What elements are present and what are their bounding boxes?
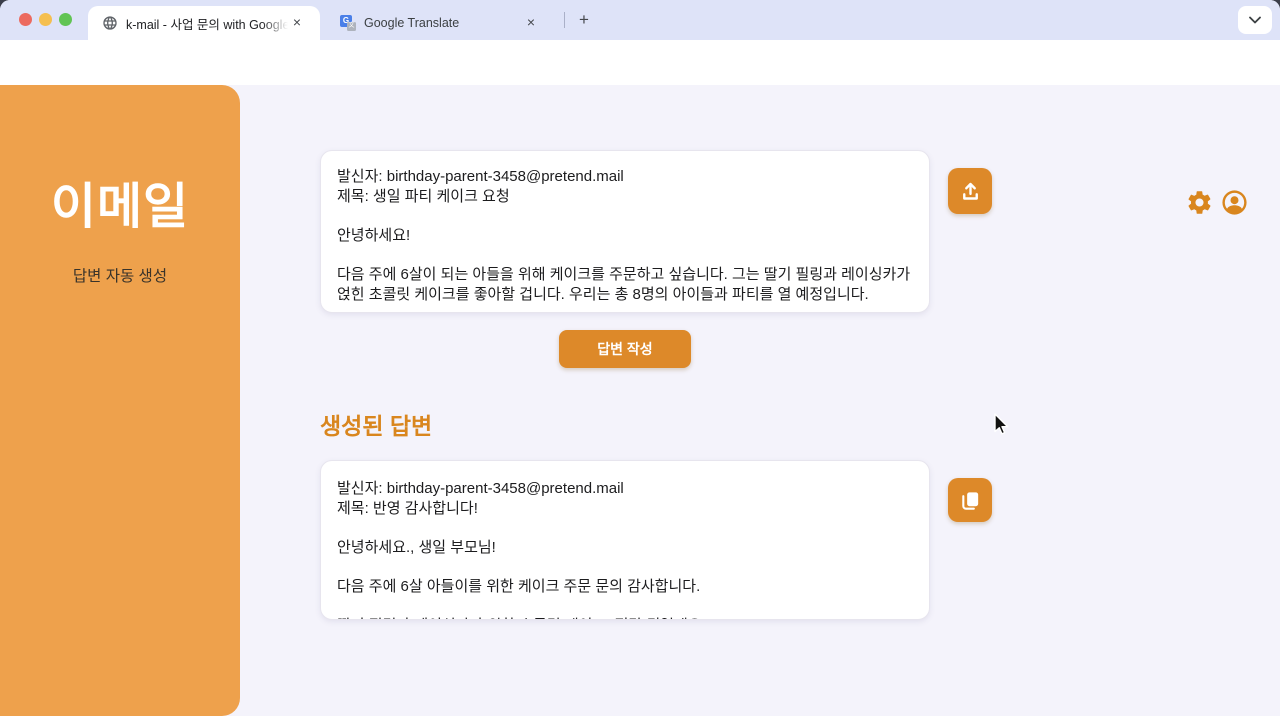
mouse-cursor [991, 413, 1011, 437]
generate-reply-button[interactable]: 답변 작성 [559, 330, 691, 368]
tab-kmail[interactable]: k-mail - 사업 문의 with Google × [88, 6, 320, 40]
reply-section-heading: 생성된 답변 [320, 407, 432, 441]
browser-toolbar: 127.0.0.1:5000 [0, 40, 1280, 85]
tab-strip: k-mail - 사업 문의 with Google × G 文 Google … [0, 0, 1280, 40]
tab-title: Google Translate [364, 16, 522, 30]
profile-button[interactable] [1220, 188, 1249, 217]
sidebar: 이메일 답변 자동 생성 [0, 85, 240, 716]
gear-icon [1186, 189, 1213, 216]
reply-body-2: 딸기 필링과 레이싱카가 위한 초콜릿 케이크, 정말 귀엽네요! [337, 616, 913, 620]
reply-subject-line: 제목: 반영 감사합니다! [337, 499, 913, 519]
tab-close-icon[interactable]: × [288, 14, 306, 32]
copy-reply-button[interactable] [948, 478, 992, 522]
incoming-sender-line: 발신자: birthday-parent-3458@pretend.mail [337, 167, 913, 187]
reply-greeting: 안녕하세요., 생일 부모님! [337, 538, 913, 558]
settings-button[interactable] [1186, 189, 1213, 216]
tab-google-translate[interactable]: G 文 Google Translate × [330, 6, 558, 40]
browser-window: k-mail - 사업 문의 with Google × G 文 Google … [0, 0, 1280, 720]
macos-minimize-button[interactable] [39, 13, 52, 26]
app-title: 이메일 [0, 167, 240, 238]
upload-icon [959, 180, 982, 203]
generated-reply-card: 발신자: birthday-parent-3458@pretend.mail 제… [320, 460, 930, 620]
page-content: 이메일 답변 자동 생성 발신자: birthday-parent-3458@p… [0, 85, 1280, 716]
chevron-down-icon [1249, 16, 1261, 24]
google-translate-favicon-icon: G 文 [340, 15, 356, 31]
account-circle-icon [1220, 188, 1249, 217]
globe-favicon-icon [102, 15, 118, 31]
incoming-greeting: 안녕하세요! [337, 226, 913, 246]
incoming-email-card: 발신자: birthday-parent-3458@pretend.mail 제… [320, 150, 930, 313]
macos-close-button[interactable] [19, 13, 32, 26]
tab-search-button[interactable] [1238, 6, 1272, 34]
incoming-subject-line: 제목: 생일 파티 케이크 요청 [337, 187, 913, 207]
tab-title: k-mail - 사업 문의 with Google [126, 14, 288, 33]
app-subtitle: 답변 자동 생성 [0, 264, 240, 286]
tab-close-icon[interactable]: × [522, 14, 540, 32]
reply-body-1: 다음 주에 6살 아들이를 위한 케이크 주문 문의 감사합니다. [337, 577, 913, 597]
reply-sender-line: 발신자: birthday-parent-3458@pretend.mail [337, 479, 913, 499]
upload-button[interactable] [948, 168, 992, 214]
macos-maximize-button[interactable] [59, 13, 72, 26]
new-tab-button[interactable]: + [572, 8, 596, 32]
incoming-body: 다음 주에 6살이 되는 아들을 위해 케이크를 주문하고 싶습니다. 그는 딸… [337, 265, 913, 305]
tab-separator [564, 12, 565, 28]
copy-icon [959, 489, 982, 512]
